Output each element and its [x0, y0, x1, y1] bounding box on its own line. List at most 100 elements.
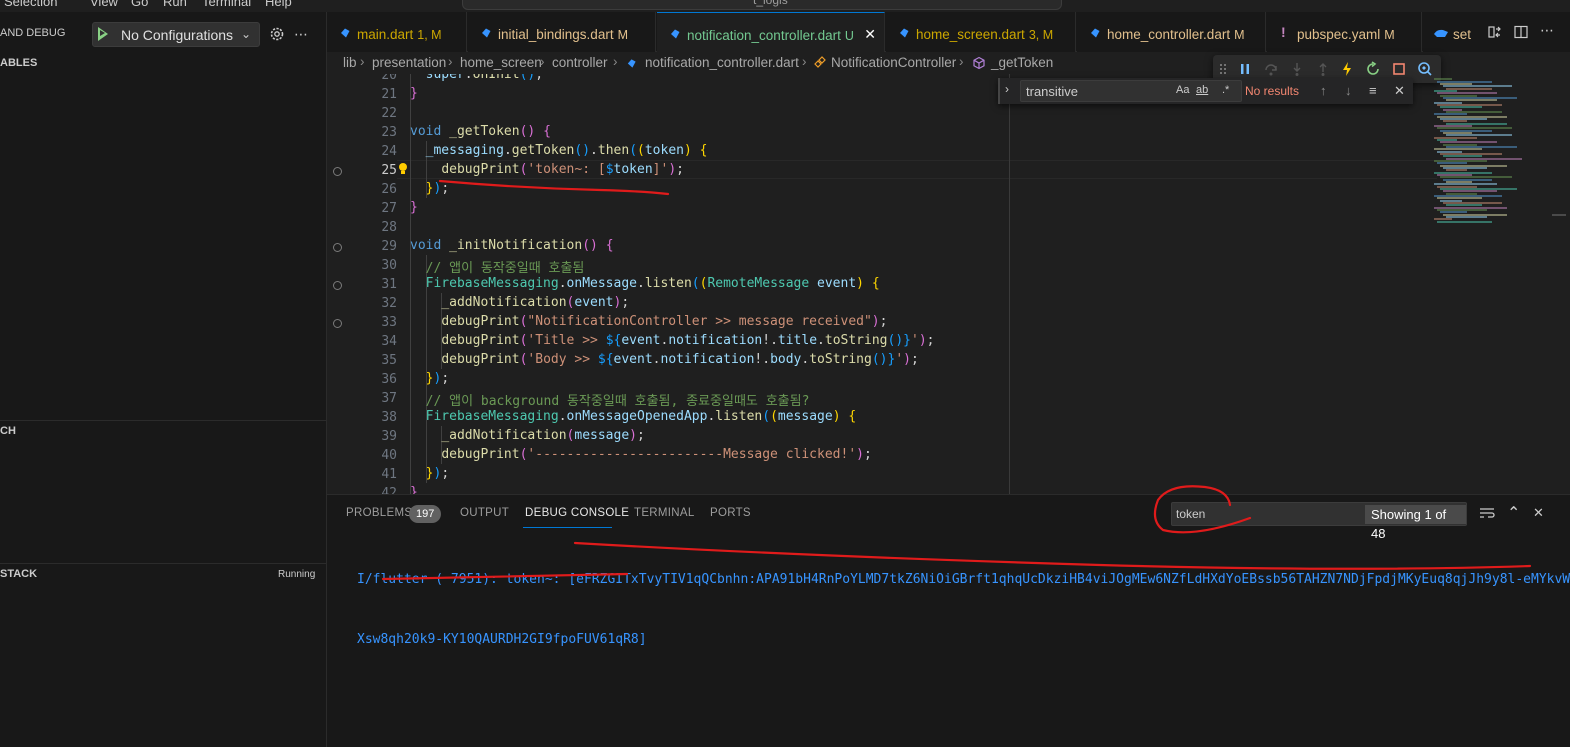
minimap-line: [1437, 92, 1497, 94]
gutter-row[interactable]: 41: [327, 466, 397, 485]
console-filter-input[interactable]: [1176, 504, 1356, 524]
variables-section-header[interactable]: ABLES: [0, 57, 37, 69]
gutter-row[interactable]: 37: [327, 390, 397, 409]
watch-section-header[interactable]: CH: [0, 425, 16, 437]
step-into-icon[interactable]: [1289, 61, 1305, 77]
breadcrumb-item[interactable]: controller: [552, 55, 608, 70]
gutter-row[interactable]: 25: [327, 162, 397, 181]
menu-go[interactable]: Go: [131, 0, 148, 9]
tab-notification-controller[interactable]: notification_controller.dart U ✕: [657, 12, 885, 52]
gutter-row[interactable]: 23: [327, 124, 397, 143]
breadcrumb-item[interactable]: NotificationController: [831, 55, 956, 70]
gutter-row[interactable]: 34: [327, 333, 397, 352]
tab-main-dart[interactable]: main.dart 1, M: [327, 12, 467, 52]
tab-pubspec[interactable]: ! pubspec.yaml M: [1267, 12, 1422, 52]
tab-status: M: [1384, 28, 1395, 42]
split-editor-icon[interactable]: [1514, 25, 1528, 39]
gutter-row[interactable]: 31: [327, 276, 397, 295]
match-case-toggle[interactable]: Aa: [1176, 84, 1189, 96]
gutter-row[interactable]: 26: [327, 181, 397, 200]
compare-changes-icon[interactable]: [1488, 25, 1502, 39]
tab-initial-bindings[interactable]: initial_bindings.dart M: [468, 12, 656, 52]
drag-handle-icon[interactable]: [1218, 61, 1228, 77]
minimap-line: [1434, 148, 1482, 150]
toggle-replace-chevron-icon[interactable]: ›: [1005, 82, 1009, 96]
more-actions-icon[interactable]: ⋯: [1540, 22, 1554, 38]
minimap-line: [1446, 216, 1487, 218]
tab-output[interactable]: OUTPUT: [460, 507, 509, 519]
gear-icon[interactable]: [268, 25, 286, 43]
gutter-row[interactable]: 22: [327, 105, 397, 124]
breadcrumb-item[interactable]: lib: [343, 55, 357, 70]
find-in-selection-icon[interactable]: ≡: [1369, 83, 1377, 98]
breadcrumb-item[interactable]: _getToken: [991, 55, 1053, 70]
close-find-icon[interactable]: ✕: [1394, 83, 1405, 99]
tab-set[interactable]: set: [1423, 12, 1493, 52]
find-input[interactable]: [1020, 80, 1242, 102]
next-match-icon[interactable]: ↓: [1345, 83, 1352, 98]
previous-match-icon[interactable]: ↑: [1320, 83, 1327, 98]
gutter-row[interactable]: 30: [327, 257, 397, 276]
gutter-row[interactable]: 33: [327, 314, 397, 333]
tab-home-screen[interactable]: home_screen.dart 3, M: [886, 12, 1076, 52]
breadcrumb-item[interactable]: presentation: [372, 55, 446, 70]
console-filter: Showing 1 of 48: [1171, 502, 1467, 541]
tab-home-controller[interactable]: home_controller.dart M: [1077, 12, 1266, 52]
hot-reload-icon[interactable]: [1339, 61, 1355, 77]
code-editor[interactable]: 20 21 22 23 24 25 26 27 28 29 30 31 32 33 34 35 36 37 38 39…: [327, 74, 1570, 494]
gutter-row[interactable]: 39: [327, 428, 397, 447]
breakpoint-hint-icon[interactable]: [333, 281, 342, 290]
find-widget: › Aa ab .* No results ↑ ↓ ≡ ✕: [998, 78, 1413, 104]
flutter-inspector-icon[interactable]: [1417, 61, 1433, 77]
gutter-row[interactable]: 28: [327, 219, 397, 238]
gutter-row[interactable]: 40: [327, 447, 397, 466]
maximize-panel-icon[interactable]: ⌃: [1507, 503, 1520, 523]
menu-view[interactable]: View: [90, 0, 118, 9]
line-number: 30: [381, 258, 397, 273]
lightbulb-icon[interactable]: [397, 162, 409, 176]
restart-icon[interactable]: [1365, 61, 1381, 77]
close-panel-icon[interactable]: ✕: [1533, 505, 1544, 521]
launch-config-dropdown[interactable]: No Configurations ⌄: [92, 22, 260, 47]
breakpoint-hint-icon[interactable]: [333, 167, 342, 176]
gutter-row[interactable]: 24: [327, 143, 397, 162]
gutter-row[interactable]: 21: [327, 86, 397, 105]
menu-help[interactable]: Help: [265, 0, 292, 9]
minimap-line: [1437, 221, 1492, 223]
menu-terminal[interactable]: Terminal: [202, 0, 251, 9]
command-center[interactable]: t_logis: [462, 0, 1062, 10]
breadcrumb-item[interactable]: notification_controller.dart: [645, 55, 799, 70]
more-actions-icon[interactable]: ⋯: [294, 26, 309, 43]
breakpoint-hint-icon[interactable]: [333, 319, 342, 328]
gutter-row[interactable]: 36: [327, 371, 397, 390]
callstack-section-header[interactable]: STACK: [0, 568, 37, 580]
gutter-row[interactable]: 35: [327, 352, 397, 371]
close-icon[interactable]: ✕: [864, 26, 876, 43]
pause-icon[interactable]: [1237, 61, 1253, 77]
minimap-line: [1440, 141, 1497, 143]
tab-problems[interactable]: PROBLEMS: [346, 507, 412, 519]
gutter-row[interactable]: 27: [327, 200, 397, 219]
gutter-row[interactable]: 42: [327, 485, 397, 494]
tab-ports[interactable]: PORTS: [710, 507, 751, 519]
use-regex-toggle[interactable]: .*: [1222, 84, 1229, 96]
gutter-row[interactable]: 32: [327, 295, 397, 314]
tab-debug-console[interactable]: DEBUG CONSOLE: [525, 507, 629, 519]
stop-icon[interactable]: [1391, 61, 1407, 77]
tab-terminal[interactable]: TERMINAL: [634, 507, 695, 519]
debug-console-output[interactable]: I/flutter ( 7951): token~: [eFRZGITxTvyT…: [357, 530, 1570, 690]
gutter-row[interactable]: 29: [327, 238, 397, 257]
menu-selection[interactable]: Selection: [4, 0, 57, 9]
breadcrumb-item[interactable]: home_screen: [460, 55, 542, 70]
gutter-row[interactable]: 20: [327, 74, 397, 86]
editor-scrollbar[interactable]: [1552, 74, 1566, 494]
step-over-icon[interactable]: [1263, 61, 1279, 77]
minimap[interactable]: [1432, 74, 1552, 494]
breakpoint-hint-icon[interactable]: [333, 243, 342, 252]
match-whole-word-toggle[interactable]: ab: [1196, 84, 1208, 96]
scrollbar-thumb[interactable]: [1552, 214, 1566, 216]
step-out-icon[interactable]: [1315, 61, 1331, 77]
word-wrap-icon[interactable]: [1479, 507, 1495, 521]
gutter-row[interactable]: 38: [327, 409, 397, 428]
menu-run[interactable]: Run: [163, 0, 187, 9]
